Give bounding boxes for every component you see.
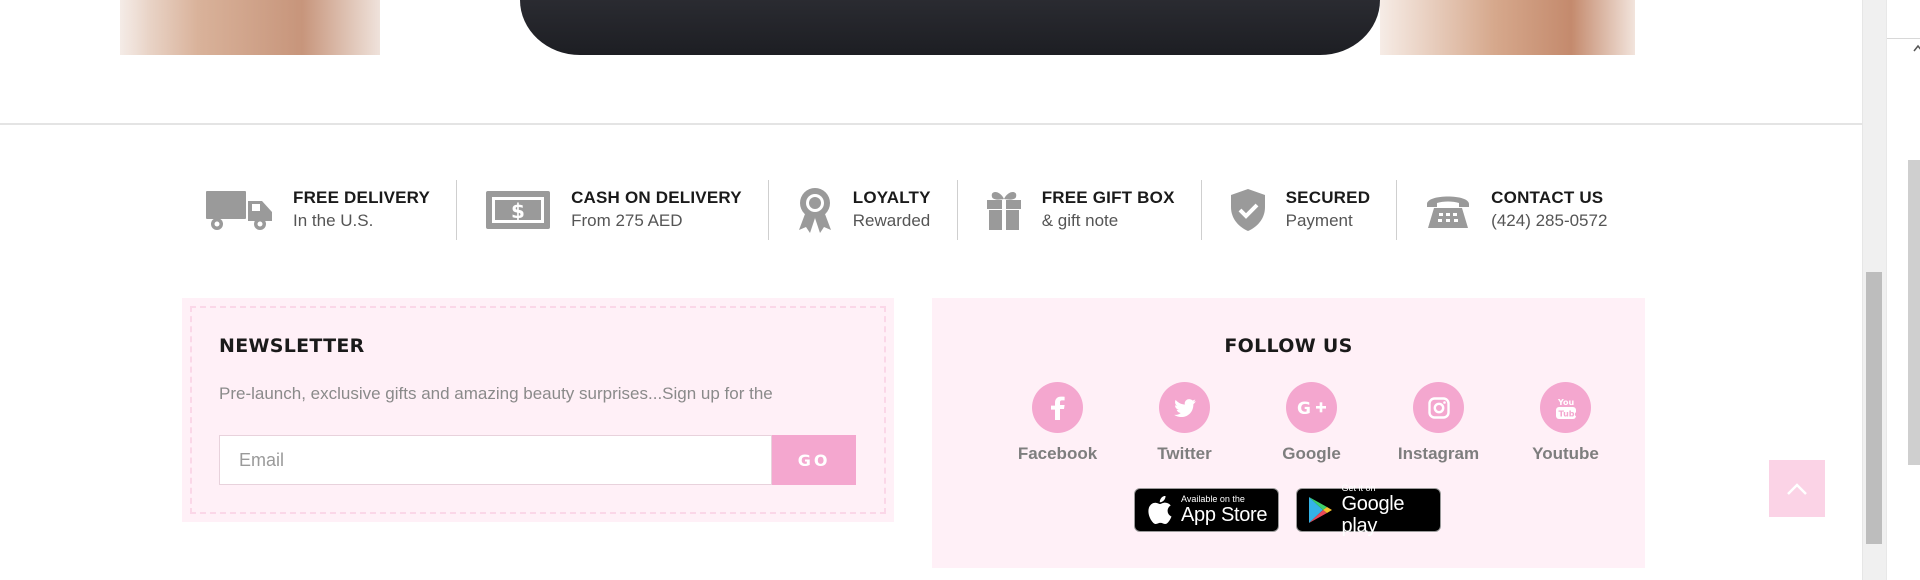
feature-free-delivery: FREE DELIVERY In the U.S. <box>200 180 458 240</box>
feature-free-gift-box: FREE GIFT BOX & gift note <box>958 180 1202 240</box>
hero-fade <box>0 0 1862 55</box>
feature-title: CASH ON DELIVERY <box>571 188 742 207</box>
svg-text:G: G <box>1297 399 1311 418</box>
truck-icon <box>205 185 275 235</box>
section-divider <box>0 123 1862 125</box>
feature-title: SECURED <box>1285 188 1371 207</box>
email-input[interactable] <box>219 435 773 485</box>
feature-subtitle[interactable]: (424) 285-0572 <box>1491 209 1607 233</box>
newsletter-panel: NEWSLETTER Pre-launch, exclusive gifts a… <box>182 298 894 522</box>
google-play-small-text: Get it on <box>1341 483 1376 493</box>
feature-title: CONTACT US <box>1491 188 1604 207</box>
feature-contact-us: CONTACT US (424) 285-0572 <box>1397 180 1633 240</box>
scroll-up-arrow-icon[interactable] <box>1913 44 1920 52</box>
social-label[interactable]: Instagram <box>1398 444 1479 464</box>
app-store-small-text: Available on the <box>1181 494 1245 504</box>
facebook-icon[interactable] <box>1032 382 1083 433</box>
newsletter-description: Pre-launch, exclusive gifts and amazing … <box>219 384 773 403</box>
follow-us-panel: FOLLOW US Facebook Twitter G Google Inst… <box>932 298 1645 568</box>
phone-icon <box>1423 185 1473 235</box>
chevron-up-icon[interactable] <box>1786 482 1808 496</box>
youtube-icon[interactable]: You Tube <box>1540 382 1591 433</box>
features-strip: FREE DELIVERY In the U.S. $ CASH ON DELI… <box>200 180 1633 240</box>
social-label[interactable]: Google <box>1282 444 1341 464</box>
google-play-big-text: Google play <box>1341 493 1405 537</box>
apple-icon <box>1145 493 1175 527</box>
svg-text:You: You <box>1557 398 1575 407</box>
newsletter-submit-button[interactable]: GO <box>772 435 856 485</box>
page-scrollbar[interactable] <box>1862 0 1886 580</box>
scrollbar-thumb[interactable] <box>1866 272 1882 544</box>
outer-scrollbar-thumb[interactable] <box>1908 160 1920 465</box>
svg-text:$: $ <box>511 199 525 223</box>
shield-icon <box>1228 185 1268 235</box>
twitter-icon[interactable] <box>1159 382 1210 433</box>
app-store-badges: Available on the App Store Get it on Goo… <box>1134 483 1441 537</box>
feature-subtitle: Rewarded <box>852 211 931 230</box>
social-label[interactable]: Youtube <box>1532 444 1599 464</box>
social-links: Facebook Twitter G Google Instagram You … <box>994 382 1629 464</box>
gift-icon <box>984 185 1024 235</box>
feature-title: FREE GIFT BOX <box>1041 188 1175 207</box>
google-play-badge[interactable]: Get it on Google play <box>1296 483 1441 537</box>
newsletter-form: GO <box>219 435 856 485</box>
feature-subtitle: Payment <box>1285 211 1353 230</box>
social-link-youtube[interactable]: You Tube Youtube <box>1502 382 1629 464</box>
social-link-facebook[interactable]: Facebook <box>994 382 1121 464</box>
social-label[interactable]: Twitter <box>1157 444 1211 464</box>
feature-subtitle: & gift note <box>1041 211 1119 230</box>
outer-scrollbar[interactable] <box>1886 0 1920 580</box>
app-store-big-text: App Store <box>1181 504 1268 526</box>
social-link-instagram[interactable]: Instagram <box>1375 382 1502 464</box>
feature-loyalty: LOYALTY Rewarded <box>769 180 958 240</box>
scrollbar-divider <box>1887 38 1920 39</box>
newsletter-title: NEWSLETTER <box>219 335 365 357</box>
cash-icon: $ <box>483 185 553 235</box>
feature-subtitle: From 275 AED <box>571 211 683 230</box>
app-store-badge[interactable]: Available on the App Store <box>1134 488 1279 532</box>
feature-title: FREE DELIVERY <box>293 188 431 207</box>
back-to-top-button[interactable] <box>1769 460 1825 517</box>
feature-subtitle: In the U.S. <box>293 211 374 230</box>
social-link-twitter[interactable]: Twitter <box>1121 382 1248 464</box>
hero-image <box>0 0 1862 55</box>
follow-us-title: FOLLOW US <box>1224 335 1353 357</box>
svg-text:Tube: Tube <box>1558 409 1577 418</box>
google-play-icon <box>1307 493 1336 527</box>
feature-secured: SECURED Payment <box>1202 180 1398 240</box>
social-link-google[interactable]: G Google <box>1248 382 1375 464</box>
award-icon <box>795 185 835 235</box>
feature-title: LOYALTY <box>852 188 931 207</box>
social-label[interactable]: Facebook <box>1018 444 1097 464</box>
instagram-icon[interactable] <box>1413 382 1464 433</box>
feature-cash-on-delivery: $ CASH ON DELIVERY From 275 AED <box>457 180 769 240</box>
google-plus-icon[interactable]: G <box>1286 382 1337 433</box>
